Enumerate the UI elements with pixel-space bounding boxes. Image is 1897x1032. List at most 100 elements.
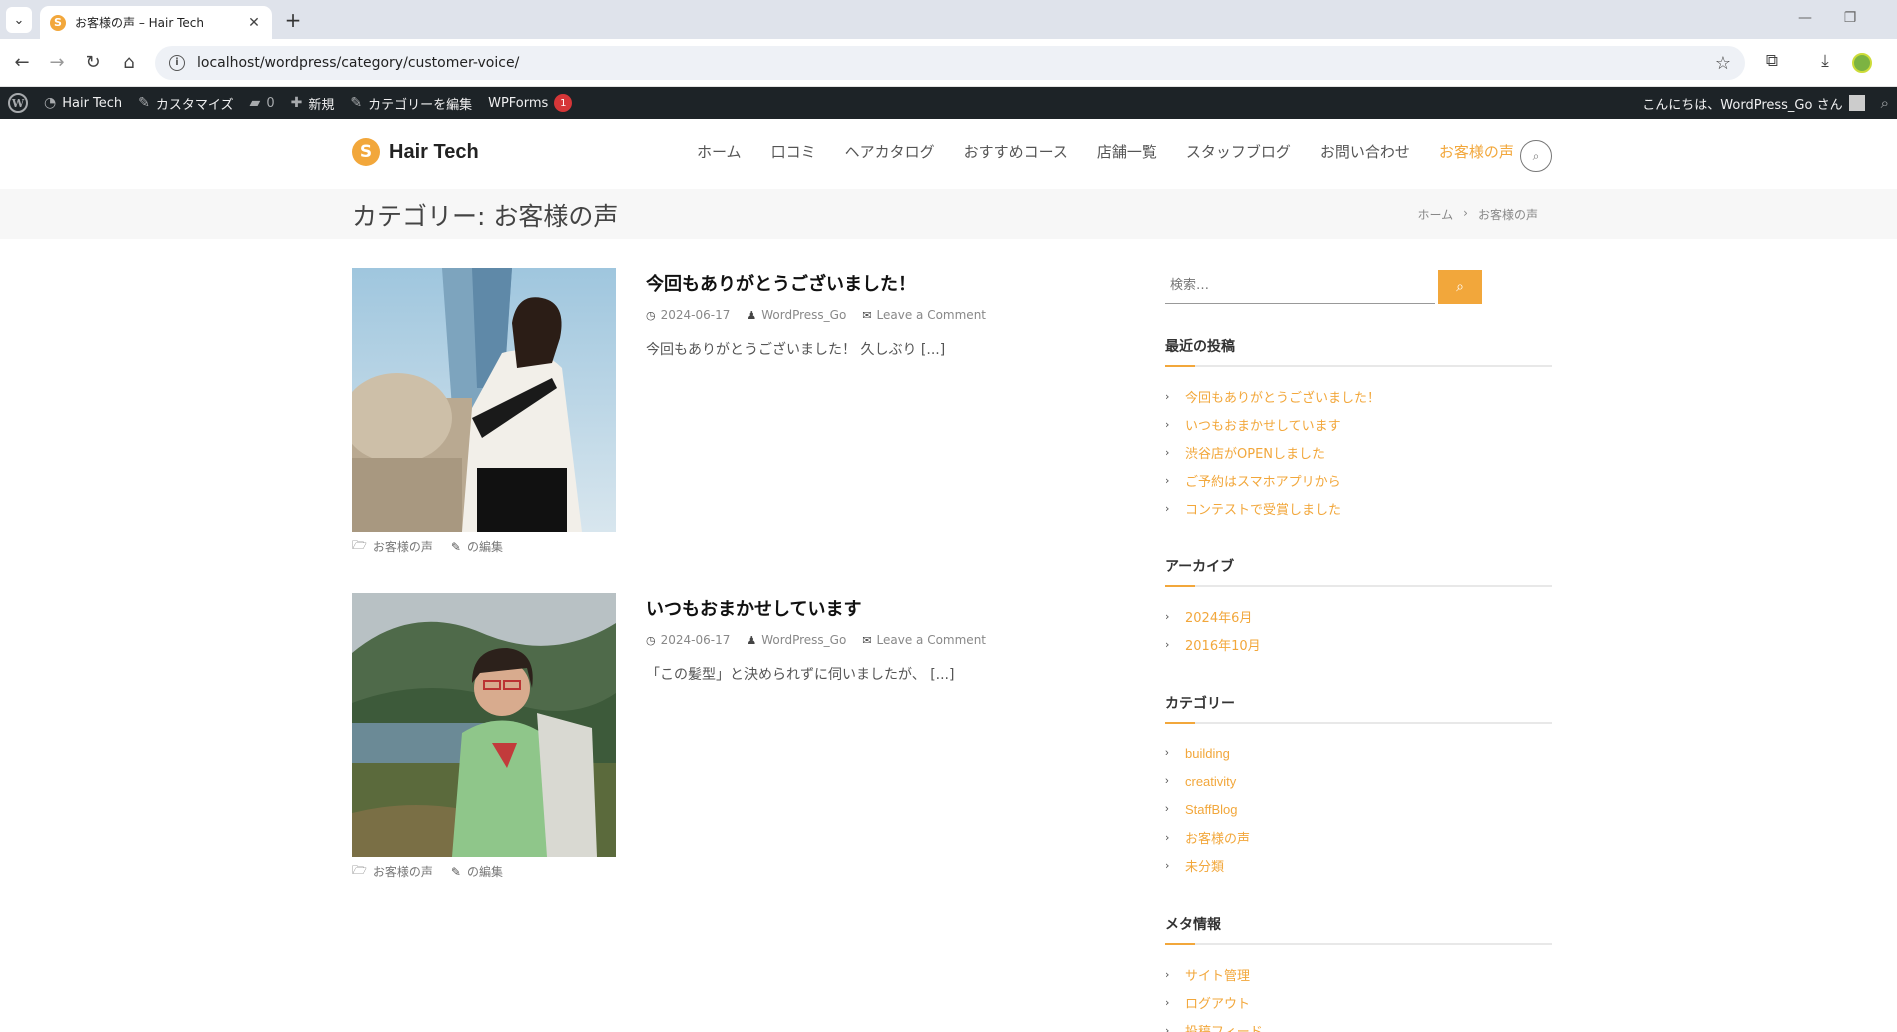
wp-logo-menu[interactable]: W (0, 87, 36, 119)
header-search-icon[interactable]: ⌕ (1520, 140, 1552, 172)
browser-tab-bar: ⌄ S お客様の声 – Hair Tech ✕ + — ❐ (0, 0, 1897, 39)
site-logo[interactable]: S Hair Tech (352, 138, 479, 166)
category-label: building (1185, 745, 1230, 761)
recent-post-link[interactable]: › 今回もありがとうございました！ (1165, 382, 1552, 410)
pencil-icon: ✎ (350, 95, 363, 111)
adminbar-edit-category[interactable]: ✎ カテゴリーを編集 (342, 87, 480, 119)
search-submit-icon[interactable]: ⌕ (1438, 270, 1482, 304)
sidebar-search-input[interactable] (1165, 268, 1435, 304)
chevron-right-icon: › (1165, 501, 1170, 515)
recent-post-label: いつもおまかせしています (1185, 418, 1341, 434)
tab-list-chevron-icon[interactable]: ⌄ (6, 7, 32, 33)
recent-post-link[interactable]: › いつもおまかせしています (1165, 410, 1552, 438)
meta-link[interactable]: › サイト管理 (1165, 960, 1552, 988)
new-label: 新規 (308, 97, 335, 113)
post-comments-link[interactable]: Leave a Comment (877, 633, 986, 647)
meta-link[interactable]: › 投稿フィード (1165, 1016, 1552, 1032)
wpforms-label: WPForms (488, 95, 549, 111)
archive-link[interactable]: › 2024年6月 (1165, 602, 1552, 630)
meta-label: ログアウト (1185, 996, 1251, 1012)
widget-recent-posts: 最近の投稿 › 今回もありがとうございました！ › いつもおまかせしています › 渋谷… (1165, 336, 1552, 522)
new-tab-icon[interactable]: + (281, 8, 305, 32)
nav-item-customer-voice[interactable]: お客様の声 (1439, 141, 1514, 162)
post-edit-link[interactable]: の編集 (467, 538, 503, 555)
chevron-right-icon: › (1165, 858, 1170, 872)
site-info-icon[interactable]: i (169, 55, 185, 71)
breadcrumb: ホーム › お客様の声 (1418, 206, 1538, 223)
nav-item-home[interactable]: ホーム (697, 141, 742, 162)
page-header: カテゴリー: お客様の声 ホーム › お客様の声 (0, 189, 1897, 239)
post-comments-link[interactable]: Leave a Comment (877, 308, 986, 322)
profile-avatar-icon[interactable] (1852, 53, 1872, 73)
post-category[interactable]: お客様の声 (373, 538, 433, 555)
reload-icon[interactable]: ↻ (80, 50, 106, 76)
post-date: 2024-06-17 (660, 308, 731, 322)
widget-title: 最近の投稿 (1165, 336, 1552, 367)
forward-icon[interactable]: → (44, 50, 70, 76)
bookmark-star-icon[interactable]: ☆ (1715, 53, 1731, 74)
meta-link[interactable]: › ログアウト (1165, 988, 1552, 1016)
post-author[interactable]: WordPress_Go (761, 633, 846, 647)
post-title[interactable]: いつもおまかせしています (646, 595, 861, 621)
category-link[interactable]: › お客様の声 (1165, 823, 1552, 851)
category-link[interactable]: › building (1165, 739, 1552, 767)
back-icon[interactable]: ← (9, 50, 35, 76)
adminbar-site-name[interactable]: ◔ Hair Tech (36, 87, 130, 119)
archive-link[interactable]: › 2016年10月 (1165, 630, 1552, 658)
adminbar-comments[interactable]: ▰ 0 (242, 87, 283, 119)
recent-post-link[interactable]: › コンテストで受賞しました (1165, 494, 1552, 522)
restore-icon[interactable]: ❐ (1835, 10, 1865, 26)
read-more-link[interactable]: [...] (921, 342, 945, 358)
post-title[interactable]: 今回もありがとうございました！ (646, 270, 916, 296)
widget-archives: アーカイブ › 2024年6月 › 2016年10月 (1165, 556, 1552, 658)
breadcrumb-separator: › (1463, 206, 1468, 220)
chevron-right-icon: › (1165, 473, 1170, 487)
post-thumbnail[interactable] (352, 268, 616, 532)
meta-label: サイト管理 (1185, 968, 1251, 984)
tab-close-icon[interactable]: ✕ (246, 15, 262, 31)
browser-tab[interactable]: S お客様の声 – Hair Tech ✕ (40, 6, 272, 39)
category-link[interactable]: › creativity (1165, 767, 1552, 795)
post-meta: ◷ 2024-06-17 ♟ WordPress_Go ✉ Leave a Co… (646, 308, 986, 322)
post-category[interactable]: お客様の声 (373, 863, 433, 880)
download-icon[interactable]: ⤓ (1813, 51, 1837, 71)
post-excerpt-text: 「この髪型」と決められずに伺いましたが、 (646, 667, 926, 683)
nav-item-recommended-course[interactable]: おすすめコース (964, 141, 1068, 162)
adminbar-my-account[interactable]: こんにちは、WordPress_Go さん (1634, 87, 1872, 119)
url-text[interactable]: localhost/wordpress/category/customer-vo… (197, 55, 1715, 71)
user-icon: ♟ (746, 633, 757, 647)
breadcrumb-home[interactable]: ホーム (1418, 206, 1454, 223)
category-link[interactable]: › 未分類 (1165, 851, 1552, 879)
recent-post-link[interactable]: › ご予約はスマホアプリから (1165, 466, 1552, 494)
post-excerpt: 今回もありがとうございました！ 久しぶり [...] (646, 339, 945, 359)
chevron-right-icon: › (1165, 803, 1169, 815)
post-edit-link[interactable]: の編集 (467, 863, 503, 880)
read-more-link[interactable]: [...] (930, 667, 954, 683)
post-author[interactable]: WordPress_Go (761, 308, 846, 322)
chevron-right-icon: › (1165, 389, 1170, 403)
nav-item-staff-blog[interactable]: スタッフブログ (1186, 141, 1291, 162)
adminbar-new[interactable]: ✚ 新規 (283, 87, 343, 119)
category-link[interactable]: › StaffBlog (1165, 795, 1552, 823)
nav-item-shop-list[interactable]: 店舗一覧 (1097, 141, 1157, 162)
chevron-right-icon: › (1165, 967, 1170, 981)
comments-icon: ✉ (862, 633, 872, 647)
woman-hiker-photo (352, 593, 616, 857)
edit-icon: ✎ (450, 864, 461, 879)
nav-item-hair-catalog[interactable]: ヘアカタログ (845, 141, 935, 162)
address-bar[interactable]: i localhost/wordpress/category/customer-… (155, 46, 1745, 80)
adminbar-customize[interactable]: ✎ カスタマイズ (130, 87, 241, 119)
folder-icon: 🗁 (352, 863, 367, 877)
extensions-icon[interactable]: ⧉ (1760, 51, 1784, 71)
recent-post-link[interactable]: › 渋谷店がOPENしました (1165, 438, 1552, 466)
minimize-icon[interactable]: — (1790, 10, 1820, 26)
category-label: 未分類 (1185, 859, 1225, 875)
nav-item-contact[interactable]: お問い合わせ (1320, 141, 1410, 162)
nav-item-reviews[interactable]: 口コミ (771, 141, 816, 162)
page-title: カテゴリー: お客様の声 (352, 202, 619, 231)
adminbar-wpforms[interactable]: WPForms 1 (480, 87, 580, 119)
post-footer-meta: 🗁 お客様の声 ✎ の編集 (352, 536, 503, 557)
home-icon[interactable]: ⌂ (116, 50, 142, 76)
adminbar-search-icon[interactable]: ⌕ (1873, 87, 1897, 119)
post-thumbnail[interactable] (352, 593, 616, 857)
